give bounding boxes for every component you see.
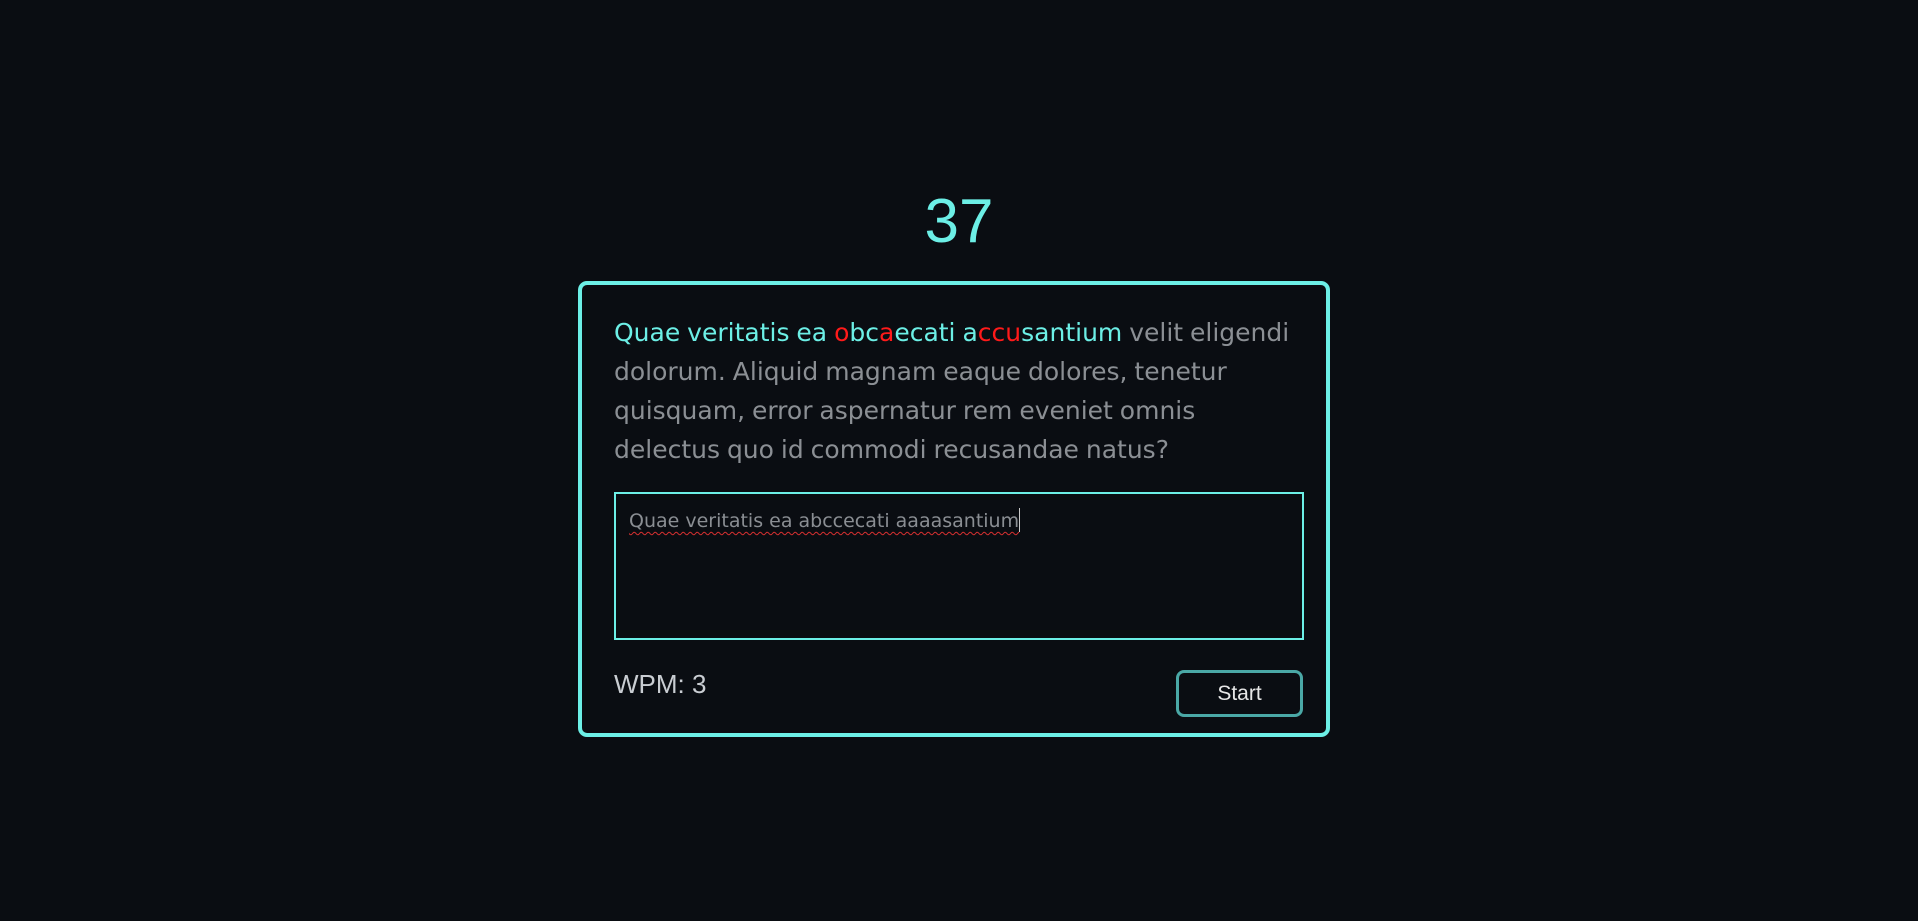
quote-segment-ok: a	[962, 318, 978, 347]
quote-segment-bad: o	[834, 318, 850, 347]
quote-segment-ok: Quae veritatis ea	[614, 318, 835, 347]
quote-segment-ok: bc	[849, 318, 879, 347]
typing-test-page: 37 Quae veritatis ea obcaecati accusanti…	[0, 0, 1918, 921]
quote-segment-ok: santium	[1021, 318, 1123, 347]
text-caret	[1019, 508, 1021, 532]
quote-segment-bad: a	[878, 318, 895, 347]
typing-input[interactable]: Quae veritatis ea abccecati aaaasantium	[614, 492, 1304, 640]
quote-text: Quae veritatis ea obcaecati accusantium …	[614, 313, 1304, 469]
start-button[interactable]: Start	[1176, 670, 1303, 717]
quote-segment-bad: ccu	[977, 318, 1022, 347]
typing-card: Quae veritatis ea obcaecati accusantium …	[578, 281, 1330, 737]
typed-text: Quae veritatis ea abccecati aaaasantium	[629, 510, 1020, 532]
quote-segment-ok: ecati	[894, 318, 963, 347]
countdown-timer: 37	[924, 187, 994, 256]
wpm-readout: WPM: 3	[614, 669, 707, 699]
